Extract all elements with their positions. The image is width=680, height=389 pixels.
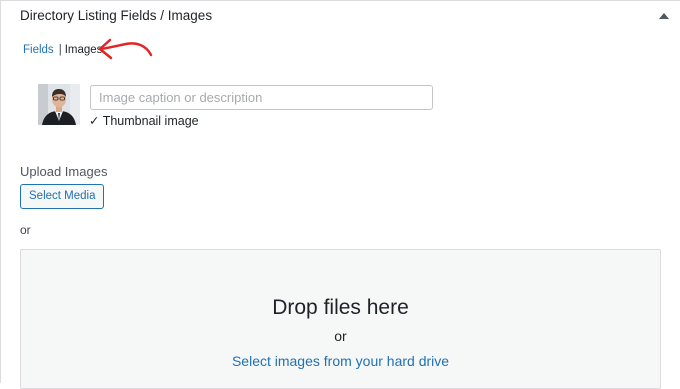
panel-tabs: Fields | Images <box>23 44 102 56</box>
panel-title: Directory Listing Fields / Images <box>20 8 213 23</box>
thumbnail-image-label: ✓ Thumbnail image <box>89 114 199 128</box>
caret-up-icon[interactable] <box>658 11 670 21</box>
image-caption-input[interactable] <box>90 85 433 110</box>
select-media-button[interactable]: Select Media <box>20 184 105 209</box>
image-thumbnail[interactable] <box>38 84 80 125</box>
red-arrow-icon <box>98 38 153 60</box>
or-separator: or <box>20 223 31 237</box>
portrait-image <box>38 84 80 125</box>
tab-separator: | <box>58 44 62 56</box>
dropzone-title: Drop files here <box>272 296 409 319</box>
select-images-link[interactable]: Select images from your hard drive <box>20 353 661 369</box>
upload-images-heading: Upload Images <box>20 164 108 179</box>
dropzone-or: or <box>334 328 347 344</box>
tab-fields[interactable]: Fields <box>23 44 54 56</box>
